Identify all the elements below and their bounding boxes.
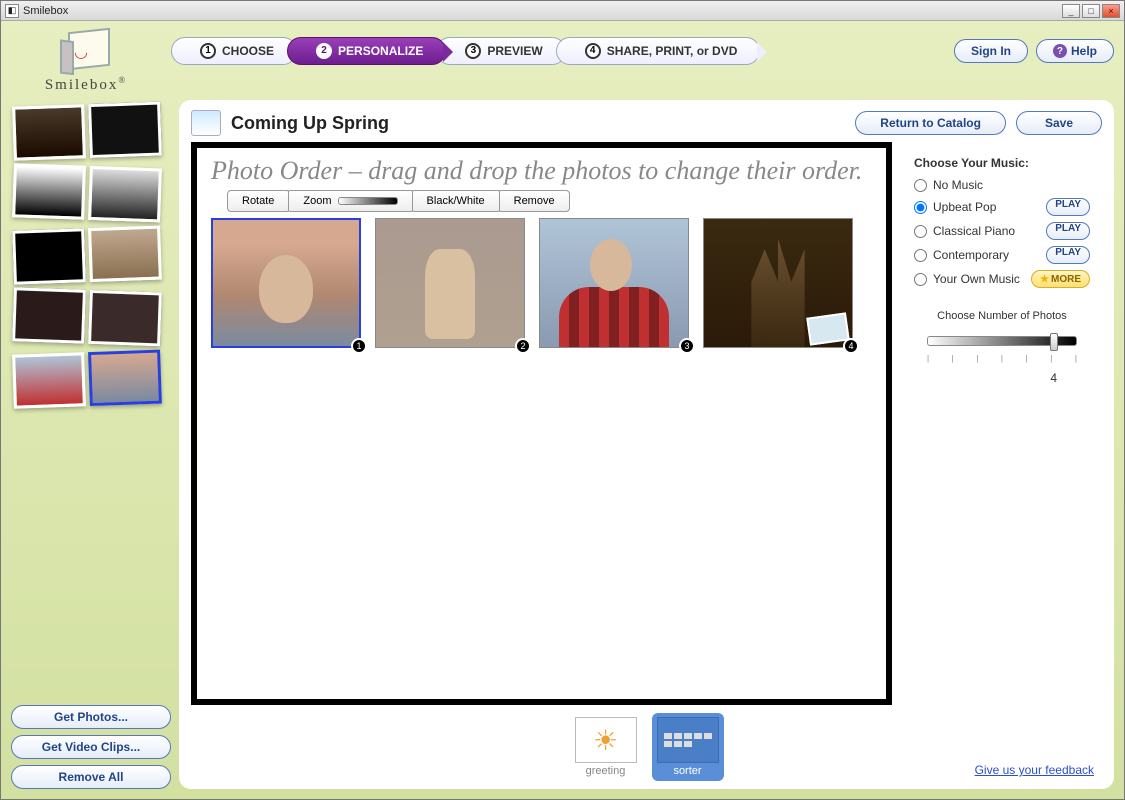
tray-thumb[interactable]: [12, 287, 86, 343]
tray-thumb[interactable]: [88, 166, 162, 222]
tab-sorter[interactable]: sorter: [652, 713, 724, 781]
play-button[interactable]: PLAY: [1046, 198, 1090, 216]
music-option-classical[interactable]: Classical PianoPLAY: [914, 222, 1090, 240]
black-white-button[interactable]: Black/White: [412, 190, 500, 212]
zoom-slider[interactable]: [338, 197, 398, 205]
logo-icon: ◡: [56, 28, 116, 74]
rotate-button[interactable]: Rotate: [227, 190, 289, 212]
sign-in-button[interactable]: Sign In: [954, 39, 1028, 63]
music-option-none[interactable]: No Music: [914, 178, 1090, 192]
tray-thumb[interactable]: [12, 104, 86, 160]
remove-photo-button[interactable]: Remove: [499, 190, 570, 212]
center-panel: Coming Up Spring Return to Catalog Save …: [179, 100, 1114, 789]
canvas-frame: Photo Order – drag and drop the photos t…: [191, 142, 892, 705]
step-choose[interactable]: 1CHOOSE: [171, 37, 297, 65]
more-button[interactable]: ★MORE: [1031, 270, 1090, 288]
photo-row: 1 2 3 4: [197, 214, 886, 352]
top-row: ◡ 1CHOOSE 2PERSONALIZE 3PREVIEW 4SHARE, …: [11, 29, 1114, 73]
play-button[interactable]: PLAY: [1046, 222, 1090, 240]
step-personalize[interactable]: 2PERSONALIZE: [287, 37, 446, 65]
center-wrap: Coming Up Spring Return to Catalog Save …: [179, 100, 1114, 789]
slider-knob[interactable]: [1050, 333, 1058, 351]
tray-thumb[interactable]: [12, 228, 86, 284]
tab-greeting[interactable]: ☀ greeting: [570, 713, 642, 781]
save-button[interactable]: Save: [1016, 111, 1102, 135]
help-button[interactable]: ?Help: [1036, 39, 1114, 63]
photo-count-label: Choose Number of Photos: [914, 310, 1090, 322]
feedback-link[interactable]: Give us your feedback: [975, 763, 1094, 777]
zoom-tool[interactable]: Zoom: [288, 190, 412, 212]
template-thumb-icon: [191, 110, 221, 136]
photo-count-slider[interactable]: [927, 336, 1077, 346]
step-share[interactable]: 4SHARE, PRINT, or DVD: [556, 37, 761, 65]
brand-name-row: Smilebox®: [11, 73, 161, 94]
photo-toolbar: Rotate Zoom Black/White Remove: [227, 190, 886, 212]
close-button[interactable]: ×: [1102, 4, 1120, 18]
grid-icon: [664, 733, 712, 747]
center-header: Coming Up Spring Return to Catalog Save: [191, 110, 1102, 136]
music-heading: Choose Your Music:: [914, 156, 1090, 170]
tray-thumb-selected[interactable]: [88, 350, 162, 406]
step-preview[interactable]: 3PREVIEW: [436, 37, 565, 65]
get-photos-button[interactable]: Get Photos...: [11, 705, 171, 729]
tray-thumb[interactable]: [12, 163, 86, 219]
tray-thumb[interactable]: [12, 352, 86, 408]
sidebar-buttons: Get Photos... Get Video Clips... Remove …: [11, 701, 171, 789]
maximize-button[interactable]: □: [1082, 4, 1100, 18]
remove-all-button[interactable]: Remove All: [11, 765, 171, 789]
get-video-clips-button[interactable]: Get Video Clips...: [11, 735, 171, 759]
photo-slot[interactable]: 3: [539, 218, 689, 348]
app-window: ◧ Smilebox _ □ × ◡ 1CHOOSE 2PERSONALIZE …: [0, 0, 1125, 800]
play-button[interactable]: PLAY: [1046, 246, 1090, 264]
tray-thumb[interactable]: [88, 226, 162, 282]
window-title: Smilebox: [23, 5, 68, 17]
main-row: Get Photos... Get Video Clips... Remove …: [11, 100, 1114, 789]
music-options: No Music Upbeat PopPLAY Classical PianoP…: [914, 178, 1090, 288]
music-option-upbeat[interactable]: Upbeat PopPLAY: [914, 198, 1090, 216]
bottom-tabs: ☀ greeting sorter: [191, 705, 1102, 781]
top-buttons: Sign In ?Help: [954, 39, 1114, 63]
sun-icon: ☀: [593, 724, 618, 757]
instruction-text: Photo Order – drag and drop the photos t…: [197, 148, 886, 190]
photo-tray: [11, 100, 171, 701]
brand: ◡: [11, 28, 161, 74]
return-to-catalog-button[interactable]: Return to Catalog: [855, 111, 1006, 135]
canvas: Photo Order – drag and drop the photos t…: [197, 148, 886, 699]
titlebar: ◧ Smilebox _ □ ×: [1, 1, 1124, 21]
photo-slot[interactable]: 4: [703, 218, 853, 348]
help-icon: ?: [1053, 44, 1067, 58]
app-body: ◡ 1CHOOSE 2PERSONALIZE 3PREVIEW 4SHARE, …: [1, 21, 1124, 799]
minimize-button[interactable]: _: [1062, 4, 1080, 18]
music-option-own[interactable]: Your Own Music★MORE: [914, 270, 1090, 288]
music-option-contemporary[interactable]: ContemporaryPLAY: [914, 246, 1090, 264]
star-icon: ★: [1040, 274, 1049, 285]
photo-count-value: 4: [927, 371, 1077, 385]
tray-thumb[interactable]: [88, 290, 162, 346]
step-nav: 1CHOOSE 2PERSONALIZE 3PREVIEW 4SHARE, PR…: [171, 37, 944, 65]
right-panel: Choose Your Music: No Music Upbeat PopPL…: [902, 142, 1102, 705]
project-title: Coming Up Spring: [231, 113, 389, 134]
sidebar: Get Photos... Get Video Clips... Remove …: [11, 100, 171, 789]
photo-slot[interactable]: 1: [211, 218, 361, 348]
app-icon: ◧: [5, 4, 19, 18]
photo-slot[interactable]: 2: [375, 218, 525, 348]
tray-thumb[interactable]: [88, 102, 162, 158]
